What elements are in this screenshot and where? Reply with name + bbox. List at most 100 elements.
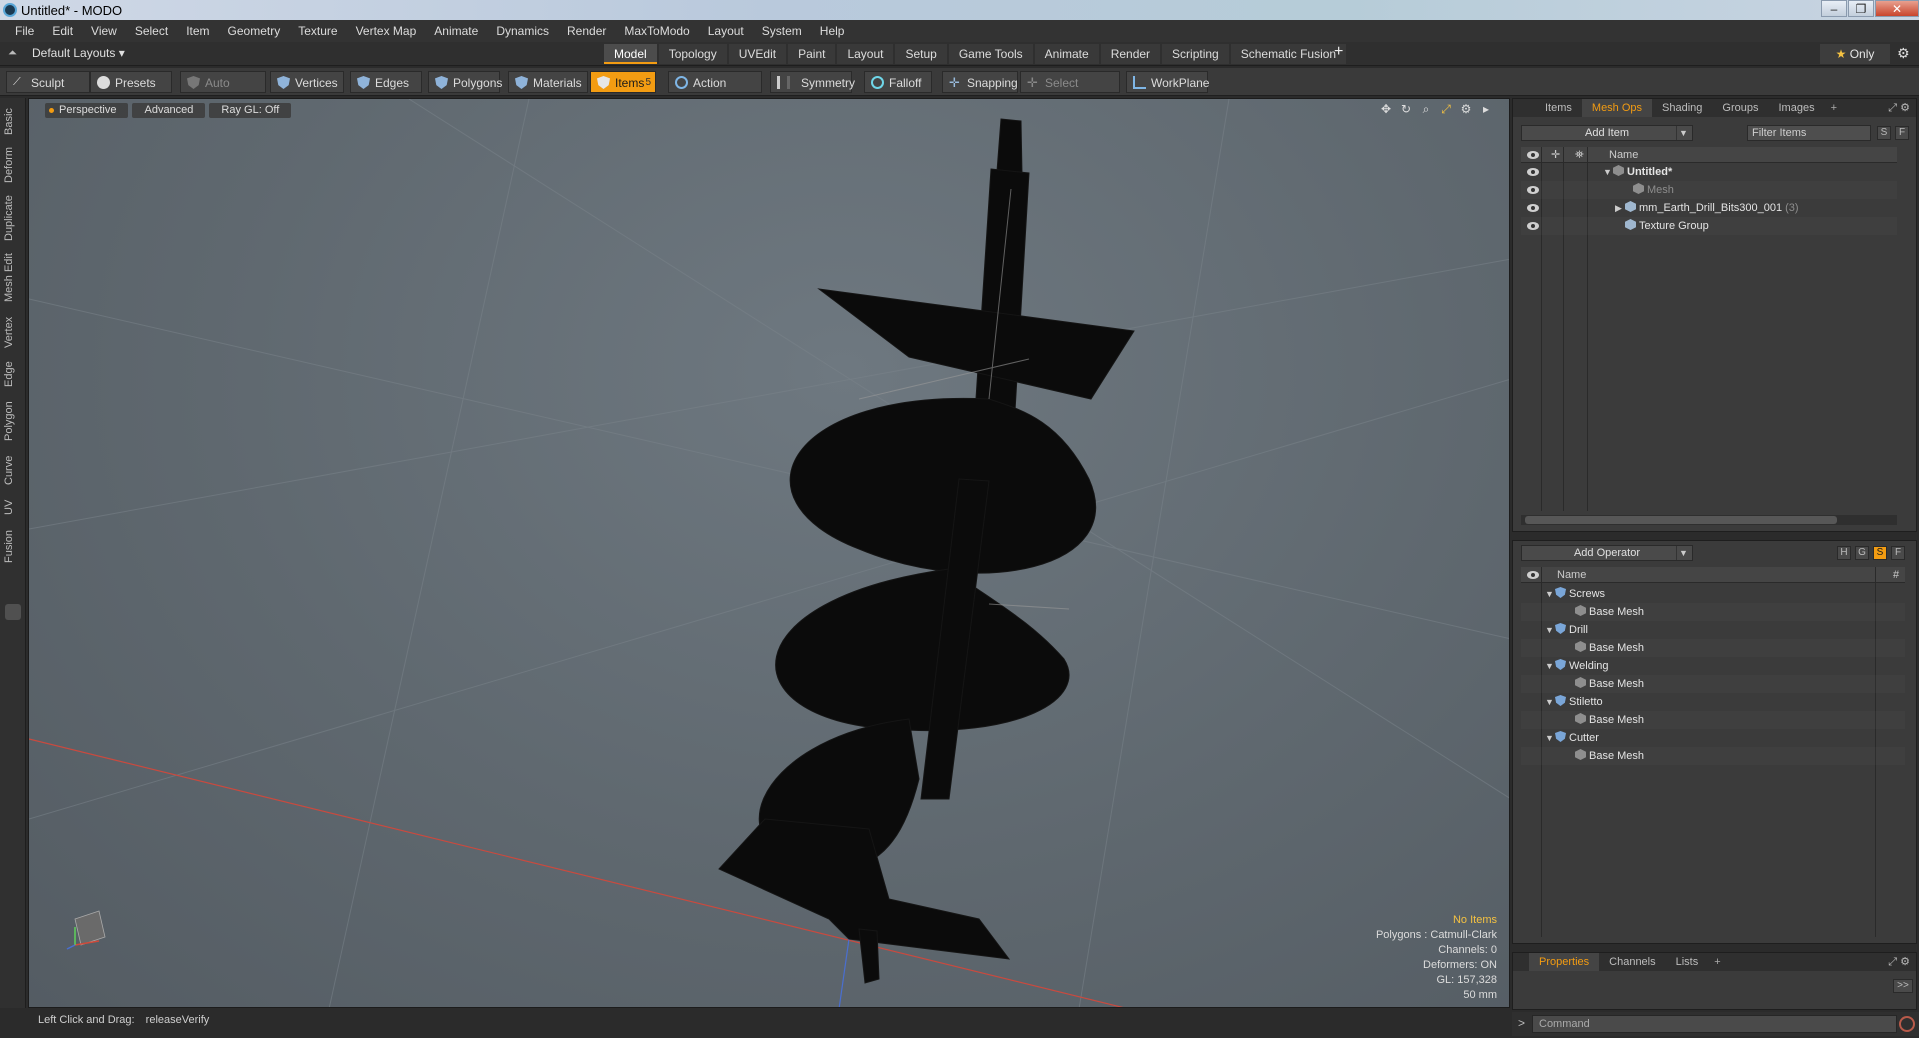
gear-icon[interactable]: ⚙ — [1897, 45, 1910, 62]
tab-schematic-fusion[interactable]: Schematic Fusion — [1230, 44, 1347, 64]
expand-triangle-icon[interactable]: ▼ — [1545, 693, 1555, 711]
tab-uvedit[interactable]: UVEdit — [728, 44, 787, 64]
vtab-mesh-edit[interactable]: Mesh Edit — [3, 250, 23, 306]
filter-items-input[interactable]: Filter Items — [1747, 125, 1871, 141]
add-properties-tab[interactable]: + — [1708, 953, 1726, 971]
visibility-eye-icon[interactable] — [1527, 222, 1539, 230]
vtab-polygon[interactable]: Polygon — [3, 396, 23, 446]
menu-help[interactable]: Help — [811, 20, 854, 42]
item-row-untitled[interactable]: ▼ Untitled* — [1521, 163, 1897, 181]
meshop-row-drill[interactable]: ▼ Drill — [1521, 621, 1905, 639]
materials-button[interactable]: Materials — [508, 71, 588, 93]
vertices-button[interactable]: Vertices 1 — [270, 71, 356, 93]
pan-icon[interactable]: ✥ — [1379, 102, 1393, 116]
menu-select[interactable]: Select — [126, 20, 177, 42]
viewport-menu-arrow-icon[interactable]: ▸ — [1479, 102, 1493, 116]
action-center-button[interactable]: Action Center — [668, 71, 762, 112]
symmetry-button[interactable]: Symmetry — [770, 71, 855, 93]
add-item-button[interactable]: Add Item ▼ — [1521, 125, 1693, 141]
polygons-button[interactable]: Polygons — [428, 71, 502, 93]
tab-animate[interactable]: Animate — [1034, 44, 1099, 64]
menu-render[interactable]: Render — [558, 20, 615, 42]
item-row-earth-drill[interactable]: ▶ mm_Earth_Drill_Bits300_001 (3) — [1521, 199, 1897, 217]
maximize-icon[interactable]: ⤢ — [1439, 102, 1453, 116]
menu-layout[interactable]: Layout — [699, 20, 753, 42]
menu-item[interactable]: Item — [177, 20, 218, 42]
menu-vertex-map[interactable]: Vertex Map — [347, 20, 426, 42]
zoom-icon[interactable]: ⌕ — [1419, 102, 1433, 116]
maximize-button[interactable]: ❐ — [1848, 0, 1874, 17]
items-horizontal-scrollbar[interactable] — [1521, 515, 1897, 525]
tab-topology[interactable]: Topology — [658, 44, 727, 64]
tab-lists[interactable]: Lists — [1666, 953, 1709, 971]
meshop-row-cutter[interactable]: ▼ Cutter — [1521, 729, 1905, 747]
expand-triangle-icon[interactable]: ▶ — [1615, 199, 1625, 217]
menu-texture[interactable]: Texture — [289, 20, 346, 42]
close-button[interactable]: ✕ — [1875, 0, 1919, 17]
3d-viewport[interactable]: Perspective Advanced Ray GL: Off ✥ ↻ ⌕ ⤢… — [28, 98, 1510, 1008]
tab-images[interactable]: Images — [1769, 99, 1825, 117]
tab-groups[interactable]: Groups — [1712, 99, 1768, 117]
record-icon[interactable] — [1899, 1016, 1915, 1032]
minimize-button[interactable]: – — [1821, 0, 1847, 17]
item-row-texture-group[interactable]: Texture Group — [1521, 217, 1897, 235]
meshop-row-welding[interactable]: ▼ Welding — [1521, 657, 1905, 675]
add-operator-button[interactable]: Add Operator ▼ — [1521, 545, 1693, 561]
item-row-mesh[interactable]: Mesh — [1521, 181, 1897, 199]
vtab-edge[interactable]: Edge — [3, 356, 23, 392]
add-panel-tab[interactable]: + — [1825, 99, 1843, 117]
filter-f-button[interactable]: F — [1895, 126, 1909, 140]
presets-button[interactable]: Presets F6 — [90, 71, 172, 112]
vtab-uv[interactable]: UV — [3, 494, 23, 520]
visibility-eye-icon[interactable] — [1527, 204, 1539, 212]
meshops-s-button[interactable]: S — [1873, 546, 1887, 560]
meshops-f-button[interactable]: F — [1891, 546, 1905, 560]
expand-triangle-icon[interactable]: ▼ — [1545, 657, 1555, 675]
meshop-row-screws[interactable]: ▼ Screws — [1521, 585, 1905, 603]
tab-mesh-ops[interactable]: Mesh Ops — [1581, 99, 1653, 117]
menu-animate[interactable]: Animate — [425, 20, 487, 42]
advanced-button[interactable]: Advanced — [132, 102, 206, 118]
add-tab-icon[interactable]: + — [1334, 43, 1343, 61]
menu-dynamics[interactable]: Dynamics — [487, 20, 558, 42]
meshops-g-button[interactable]: G — [1855, 546, 1869, 560]
sculpt-button[interactable]: ⟋ Sculpt — [6, 71, 90, 93]
vtab-deform[interactable]: Deform — [3, 144, 23, 186]
vtab-vertex[interactable]: Vertex — [3, 312, 23, 352]
layout-select[interactable]: Default Layouts ▾ — [32, 46, 125, 60]
falloff-button[interactable]: Falloff — [864, 71, 932, 93]
edges-button[interactable]: Edges 2 — [350, 71, 434, 93]
properties-expand-icon[interactable]: ⤢ ⚙ — [1888, 955, 1910, 969]
filter-s-button[interactable]: S — [1877, 126, 1891, 140]
command-input[interactable]: Command — [1532, 1015, 1897, 1033]
layout-menu-icon[interactable]: ⏶ — [8, 47, 20, 59]
auto-select-button[interactable]: Auto Select — [180, 71, 266, 112]
expand-triangle-icon[interactable]: ▼ — [1545, 729, 1555, 747]
select-through-button[interactable]: ✛ Select Through — [1020, 71, 1120, 112]
raygl-button[interactable]: Ray GL: Off — [209, 102, 292, 118]
tab-render[interactable]: Render — [1100, 44, 1161, 64]
visibility-eye-icon[interactable] — [1527, 168, 1539, 176]
menu-edit[interactable]: Edit — [43, 20, 82, 42]
meshop-row-stiletto[interactable]: ▼ Stiletto — [1521, 693, 1905, 711]
properties-expand-button[interactable]: >> — [1893, 979, 1913, 993]
snapping-button[interactable]: ✛ Snapping — [942, 71, 1018, 93]
vtab-fusion[interactable]: Fusion — [3, 524, 23, 568]
panel-expand-icon[interactable]: ⤢ ⚙ — [1888, 101, 1910, 115]
menu-view[interactable]: View — [82, 20, 126, 42]
viewport-gear-icon[interactable]: ⚙ — [1459, 102, 1473, 116]
meshop-row-base-mesh[interactable]: Base Mesh — [1521, 603, 1905, 621]
menu-file[interactable]: File — [6, 20, 43, 42]
items-button[interactable]: Items 5 — [590, 71, 656, 93]
tab-properties[interactable]: Properties — [1529, 953, 1600, 971]
expand-triangle-icon[interactable]: ▼ — [1603, 163, 1613, 181]
menu-system[interactable]: System — [753, 20, 811, 42]
tab-channels[interactable]: Channels — [1599, 953, 1665, 971]
meshop-row-base-mesh[interactable]: Base Mesh — [1521, 711, 1905, 729]
left-tabs-toggle[interactable] — [5, 604, 21, 620]
tab-game-tools[interactable]: Game Tools — [948, 44, 1033, 64]
meshops-h-button[interactable]: H — [1837, 546, 1851, 560]
tab-scripting[interactable]: Scripting — [1162, 44, 1229, 64]
tab-items[interactable]: Items — [1535, 99, 1582, 117]
menu-geometry[interactable]: Geometry — [219, 20, 290, 42]
